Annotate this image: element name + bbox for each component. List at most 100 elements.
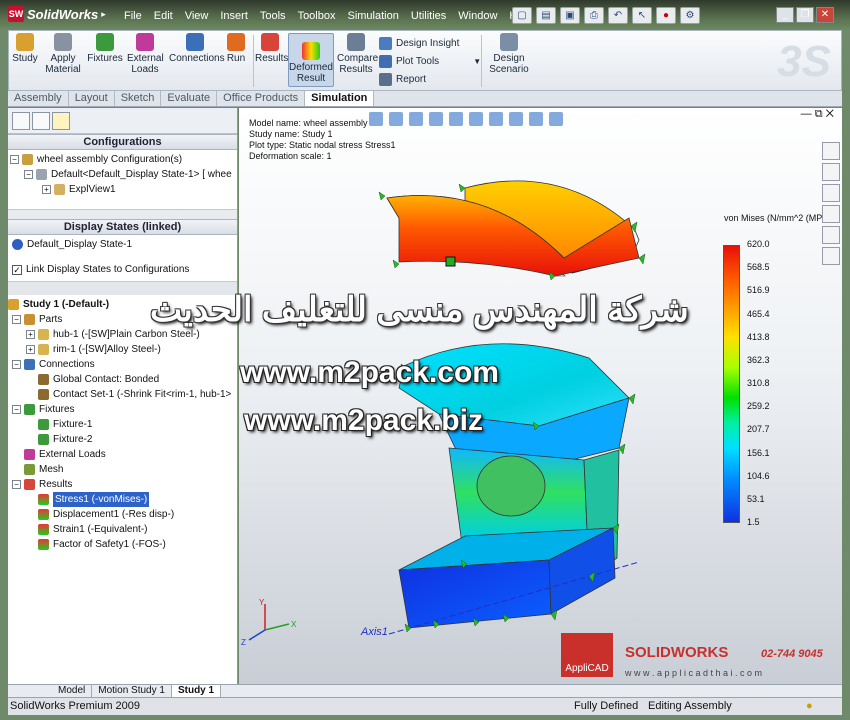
options-icon[interactable]: ⚙ <box>680 7 700 24</box>
menu-edit[interactable]: Edit <box>148 8 179 24</box>
save-icon[interactable]: ▣ <box>560 7 580 24</box>
deformed-result-button[interactable]: Deformed Result <box>288 33 334 87</box>
display-state-item[interactable]: Default_Display State-1 <box>12 237 233 252</box>
tree-node-rim[interactable]: + rim-1 (-[SW]Alloy Steel-) <box>8 342 237 357</box>
compare-results-label: Compare Results <box>337 53 379 75</box>
tree-node-displacement[interactable]: Displacement1 (-Res disp-) <box>8 507 237 522</box>
tree-node-connections[interactable]: − Connections <box>8 357 237 372</box>
menu-tools[interactable]: Tools <box>254 8 292 24</box>
select-pointer-icon[interactable]: ↖ <box>632 7 652 24</box>
graphics-viewport[interactable]: — ⧉ ✕ Model name: wheel assembly Study n… <box>239 108 842 684</box>
design-scenario-button[interactable]: Design Scenario <box>487 33 531 75</box>
menu-utilities[interactable]: Utilities <box>405 8 452 24</box>
run-button[interactable]: Run <box>223 33 249 64</box>
tab-simulation[interactable]: Simulation <box>305 91 375 106</box>
menu-insert[interactable]: Insert <box>214 8 254 24</box>
tree-node-stress[interactable]: Stress1 (-vonMises-) <box>8 492 237 507</box>
tab-assembly[interactable]: Assembly <box>8 91 69 106</box>
menu-file[interactable]: File <box>118 8 148 24</box>
tab-model[interactable]: Model <box>8 685 93 697</box>
collapse-icon[interactable]: − <box>12 360 21 369</box>
advert-website: w w w . a p p l i c a d t h a i . c o m <box>625 668 763 678</box>
plot-tools-icon <box>379 55 392 68</box>
fos-label: Factor of Safety1 (-FOS-) <box>53 539 166 550</box>
legend-tick-label: 516.9 <box>747 285 770 296</box>
expand-icon[interactable]: + <box>26 345 35 354</box>
configuration-manager-tab-icon[interactable] <box>52 112 70 130</box>
tree-node-mesh[interactable]: Mesh <box>8 462 237 477</box>
tree-node-results[interactable]: − Results <box>8 477 237 492</box>
results-icon <box>261 33 279 51</box>
appearances-icon[interactable] <box>822 226 840 244</box>
external-loads-button[interactable]: External Loads <box>127 33 164 75</box>
tree-node-explview[interactable]: + ExplView1 <box>10 182 237 197</box>
tab-office-products[interactable]: Office Products <box>217 91 306 106</box>
status-definition: Fully Defined <box>574 700 639 712</box>
run-label: Run <box>226 53 246 64</box>
rim-label: rim-1 (-[SW]Alloy Steel-) <box>53 344 161 355</box>
link-display-states-checkbox[interactable]: ✓ Link Display States to Configurations <box>8 262 237 277</box>
feature-tree-tab-icon[interactable] <box>12 112 30 130</box>
menu-window[interactable]: Window <box>452 8 503 24</box>
tree-node-config-root[interactable]: − wheel assembly Configuration(s) <box>10 152 237 167</box>
collapse-icon[interactable]: − <box>12 480 21 489</box>
custom-properties-icon[interactable] <box>822 247 840 265</box>
tab-evaluate[interactable]: Evaluate <box>161 91 218 106</box>
menu-view[interactable]: View <box>179 8 215 24</box>
restore-window-icon[interactable]: ❐ <box>796 7 814 23</box>
horizontal-scrollbar[interactable] <box>8 209 237 219</box>
brand[interactable]: SW SolidWorks ▸ <box>8 6 106 22</box>
undo-icon[interactable]: ↶ <box>608 7 628 24</box>
open-folder-icon[interactable]: ▤ <box>536 7 556 24</box>
tree-node-fixtures[interactable]: − Fixtures <box>8 402 237 417</box>
print-icon[interactable]: ⎙ <box>584 7 604 24</box>
home-icon[interactable] <box>822 142 840 160</box>
fea-model-render[interactable] <box>239 108 842 684</box>
tab-study-1[interactable]: Study 1 <box>171 685 222 697</box>
tree-node-contact-set[interactable]: Contact Set-1 (-Shrink Fit<rim-1, hub-1> <box>8 387 237 402</box>
expand-icon[interactable]: + <box>42 185 51 194</box>
new-document-icon[interactable]: ▢ <box>512 7 532 24</box>
checkbox-checked-icon[interactable]: ✓ <box>12 264 22 275</box>
menu-simulation[interactable]: Simulation <box>341 8 404 24</box>
collapse-icon[interactable]: − <box>10 155 19 164</box>
tree-node-strain[interactable]: Strain1 (-Equivalent-) <box>8 522 237 537</box>
design-insight-button[interactable]: Design Insight <box>379 37 459 50</box>
compare-results-button[interactable]: Compare Results <box>337 33 379 75</box>
tab-sketch[interactable]: Sketch <box>115 91 162 106</box>
collapse-icon[interactable]: − <box>12 405 21 414</box>
results-button[interactable]: Results <box>255 33 288 64</box>
tree-node-global-contact[interactable]: Global Contact: Bonded <box>8 372 237 387</box>
collapse-icon[interactable]: − <box>12 315 21 324</box>
legend-tick-label: 413.8 <box>747 331 770 342</box>
study-icon <box>16 33 34 51</box>
design-library-icon[interactable] <box>822 163 840 181</box>
expand-icon[interactable]: + <box>26 330 35 339</box>
connections-button[interactable]: Connections <box>169 33 225 64</box>
close-window-icon[interactable]: ✕ <box>816 7 834 23</box>
apply-material-button[interactable]: Apply Material <box>45 33 81 75</box>
tree-node-config-default[interactable]: − Default<Default_Display State-1> [ whe… <box>10 167 237 182</box>
tree-node-external-loads[interactable]: External Loads <box>8 447 237 462</box>
contact-set-label: Contact Set-1 (-Shrink Fit<rim-1, hub-1> <box>53 389 232 400</box>
tab-layout[interactable]: Layout <box>69 91 115 106</box>
study-button[interactable]: Study <box>11 33 39 64</box>
rebuild-status-icon[interactable]: ● <box>806 700 813 712</box>
menu-toolbox[interactable]: Toolbox <box>292 8 342 24</box>
tab-motion-study[interactable]: Motion Study 1 <box>92 685 172 697</box>
tree-node-fos[interactable]: Factor of Safety1 (-FOS-) <box>8 537 237 552</box>
fixtures-button[interactable]: Fixtures <box>87 33 123 64</box>
plot-tools-button[interactable]: Plot Tools ▼ <box>379 55 481 68</box>
report-button[interactable]: Report <box>379 73 426 86</box>
collapse-icon[interactable]: − <box>24 170 33 179</box>
minimize-window-icon[interactable]: _ <box>776 7 794 23</box>
tree-node-fixture-1[interactable]: Fixture-1 <box>8 417 237 432</box>
assembly-icon <box>22 154 33 165</box>
file-explorer-icon[interactable] <box>822 184 840 202</box>
probe-handle-icon[interactable] <box>445 256 456 267</box>
rebuild-icon[interactable]: ● <box>656 7 676 24</box>
tree-node-fixture-2[interactable]: Fixture-2 <box>8 432 237 447</box>
design-scenario-label: Design Scenario <box>489 53 529 75</box>
view-palette-icon[interactable] <box>822 205 840 223</box>
property-manager-tab-icon[interactable] <box>32 112 50 130</box>
